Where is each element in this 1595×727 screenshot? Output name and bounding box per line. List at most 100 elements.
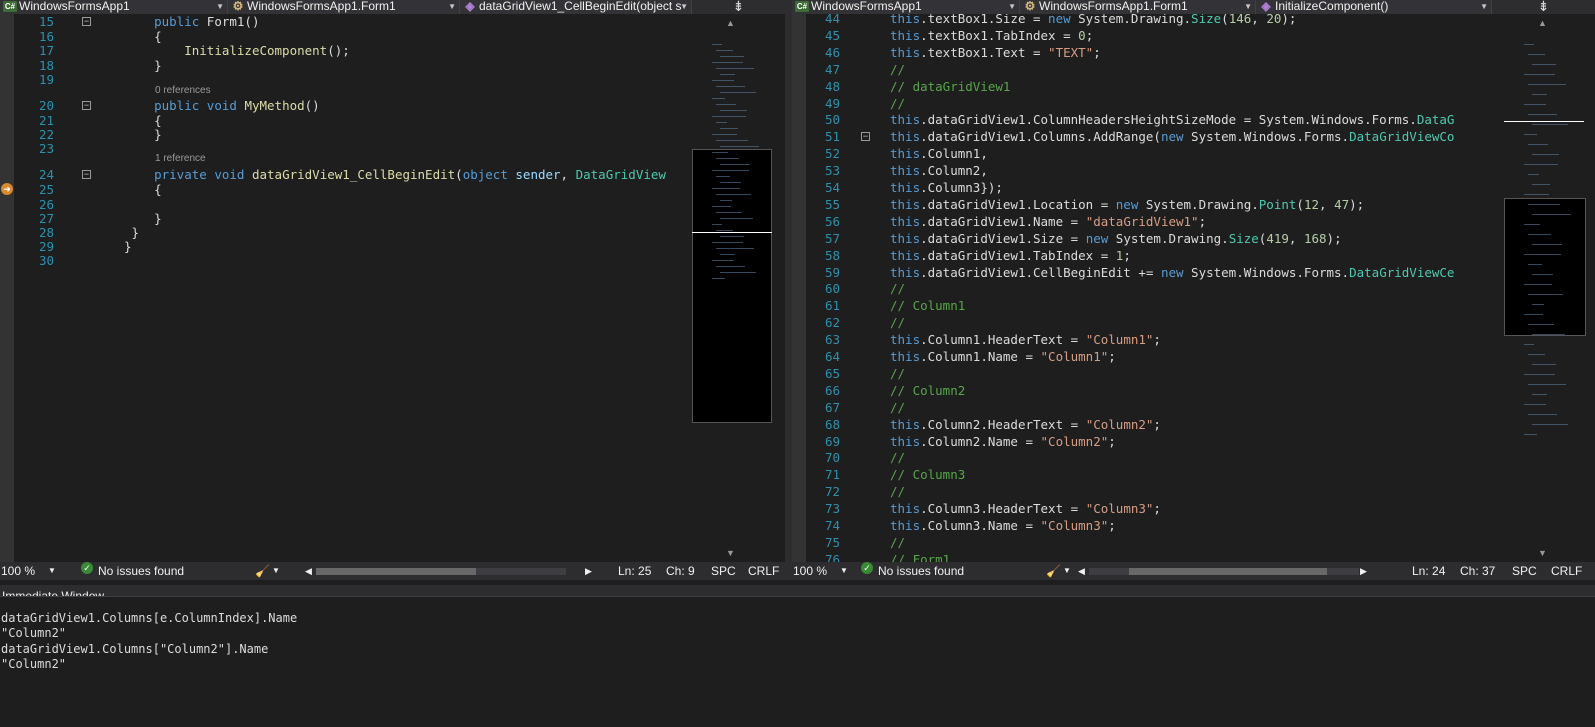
project-dropdown[interactable]: C# WindowsFormsApp1 ▼ bbox=[0, 0, 228, 14]
zoom-level[interactable]: 100 % bbox=[1, 562, 35, 580]
code-line[interactable]: this.dataGridView1.Columns.AddRange(new … bbox=[890, 129, 1454, 144]
minimap[interactable]: ▲ ▼ bbox=[1504, 14, 1586, 562]
chevron-down-icon[interactable]: ▼ bbox=[48, 562, 56, 580]
code-line[interactable]: InitializeComponent(); bbox=[124, 43, 350, 58]
indent-mode[interactable]: SPC bbox=[711, 562, 736, 580]
code-line[interactable]: // Column1 bbox=[890, 298, 965, 313]
scroll-down-icon[interactable]: ▼ bbox=[726, 548, 735, 558]
code-line[interactable]: // bbox=[890, 450, 905, 465]
code-line[interactable]: this.textBox1.Text = "TEXT"; bbox=[890, 45, 1101, 60]
code-line[interactable]: public Form1() bbox=[124, 14, 259, 29]
chevron-down-icon[interactable]: ▼ bbox=[272, 562, 280, 580]
code-line[interactable]: this.Column1, bbox=[890, 146, 988, 161]
line-number-indicator[interactable]: Ln: 25 bbox=[618, 562, 651, 580]
collapse-icon[interactable]: − bbox=[82, 101, 91, 110]
code-line[interactable]: this.dataGridView1.Size = new System.Dra… bbox=[890, 231, 1342, 246]
horizontal-scrollbar[interactable] bbox=[1089, 568, 1359, 575]
code-line[interactable]: // bbox=[890, 484, 905, 499]
code-line[interactable]: this.Column3.Name = "Column3"; bbox=[890, 518, 1116, 533]
line-number: 22 bbox=[38, 127, 54, 142]
scroll-up-icon[interactable]: ▲ bbox=[1538, 18, 1547, 28]
code-line[interactable]: { bbox=[124, 29, 162, 44]
minimap-viewport[interactable] bbox=[692, 149, 772, 423]
code-line[interactable]: this.dataGridView1.CellBeginEdit += new … bbox=[890, 265, 1454, 280]
code-line[interactable]: this.Column2.Name = "Column2"; bbox=[890, 434, 1116, 449]
member-dropdown[interactable]: ◈ InitializeComponent() ▼ bbox=[1256, 0, 1492, 14]
code-line[interactable]: this.textBox1.TabIndex = 0; bbox=[890, 28, 1093, 43]
split-view-icon[interactable]: ⇟ bbox=[692, 0, 785, 14]
scroll-down-icon[interactable]: ▼ bbox=[1538, 548, 1547, 558]
chevron-down-icon[interactable]: ▼ bbox=[840, 562, 848, 580]
issues-status[interactable]: No issues found bbox=[98, 562, 184, 580]
member-dropdown[interactable]: ◈ dataGridView1_CellBeginEdit(object s ▼ bbox=[460, 0, 692, 14]
code-line[interactable]: { bbox=[124, 113, 162, 128]
codelens-references[interactable]: 0 references bbox=[155, 85, 211, 96]
line-ending[interactable]: CRLF bbox=[1551, 562, 1582, 580]
split-view-icon[interactable]: ⇟ bbox=[1492, 0, 1595, 14]
code-line[interactable]: this.textBox1.Size = new System.Drawing.… bbox=[890, 14, 1296, 26]
code-cleanup-icon[interactable]: 🧹 bbox=[255, 562, 270, 580]
code-line[interactable]: this.Column3}); bbox=[890, 180, 1003, 195]
code-line[interactable]: } bbox=[124, 211, 162, 226]
code-line[interactable]: // bbox=[890, 535, 905, 550]
code-line[interactable]: } bbox=[124, 58, 162, 73]
code-line[interactable]: this.dataGridView1.Name = "dataGridView1… bbox=[890, 214, 1206, 229]
code-line[interactable]: public void MyMethod() bbox=[124, 98, 320, 113]
scroll-left-icon[interactable]: ◀ bbox=[1078, 562, 1085, 580]
code-line[interactable]: this.dataGridView1.ColumnHeadersHeightSi… bbox=[890, 112, 1454, 127]
scroll-right-icon[interactable]: ▶ bbox=[585, 562, 592, 580]
chevron-down-icon[interactable]: ▼ bbox=[1063, 562, 1071, 580]
code-line[interactable]: } bbox=[124, 127, 162, 142]
code-line[interactable]: // bbox=[890, 400, 905, 415]
scroll-left-icon[interactable]: ◀ bbox=[305, 562, 312, 580]
code-line[interactable]: this.Column3.HeaderText = "Column3"; bbox=[890, 501, 1161, 516]
code-line[interactable]: this.Column1.HeaderText = "Column1"; bbox=[890, 332, 1161, 347]
minimap[interactable]: ▲ ▼ bbox=[692, 14, 772, 562]
codelens-references[interactable]: 1 reference bbox=[155, 153, 206, 164]
code-line[interactable]: this.Column2, bbox=[890, 163, 988, 178]
horizontal-scroll-thumb[interactable] bbox=[1129, 568, 1327, 575]
code-editor[interactable]: 15 public Form1() 16 {17 InitializeCompon… bbox=[0, 14, 692, 570]
column-indicator[interactable]: Ch: 37 bbox=[1460, 562, 1495, 580]
execution-pointer-icon[interactable]: ➜ bbox=[1, 183, 13, 195]
breakpoint-margin[interactable] bbox=[0, 14, 14, 570]
immediate-window-output[interactable]: dataGridView1.Columns[e.ColumnIndex].Nam… bbox=[1, 611, 297, 672]
breakpoint-margin[interactable] bbox=[792, 14, 806, 570]
issues-status[interactable]: No issues found bbox=[878, 562, 964, 580]
class-dropdown[interactable]: ⚙ WindowsFormsApp1.Form1 ▼ bbox=[228, 0, 460, 14]
code-line[interactable]: this.dataGridView1.Location = new System… bbox=[890, 197, 1364, 212]
code-line[interactable]: this.dataGridView1.TabIndex = 1; bbox=[890, 248, 1131, 263]
code-line[interactable]: // bbox=[890, 366, 905, 381]
code-line[interactable]: // bbox=[890, 315, 905, 330]
code-line[interactable]: // bbox=[890, 62, 905, 77]
pane-splitter[interactable] bbox=[785, 0, 792, 580]
collapse-icon[interactable]: − bbox=[82, 170, 91, 179]
code-cleanup-icon[interactable]: 🧹 bbox=[1046, 562, 1061, 580]
indent-mode[interactable]: SPC bbox=[1512, 562, 1537, 580]
code-line[interactable]: private void dataGridView1_CellBeginEdit… bbox=[124, 167, 666, 182]
code-line[interactable]: // bbox=[890, 96, 905, 111]
code-line[interactable]: // Column3 bbox=[890, 467, 965, 482]
collapse-icon[interactable]: − bbox=[82, 17, 91, 26]
code-line[interactable]: this.Column2.HeaderText = "Column2"; bbox=[890, 417, 1161, 432]
scroll-up-icon[interactable]: ▲ bbox=[726, 18, 735, 28]
code-line[interactable]: { bbox=[124, 182, 162, 197]
code-line[interactable]: } bbox=[124, 225, 140, 240]
horizontal-scroll-thumb[interactable] bbox=[316, 568, 476, 575]
horizontal-scrollbar[interactable] bbox=[316, 568, 566, 575]
line-ending[interactable]: CRLF bbox=[748, 562, 779, 580]
scroll-right-icon[interactable]: ▶ bbox=[1360, 562, 1367, 580]
collapse-icon[interactable]: − bbox=[861, 132, 870, 142]
zoom-level[interactable]: 100 % bbox=[793, 562, 827, 580]
minimap-viewport[interactable] bbox=[1504, 198, 1586, 336]
code-line[interactable]: // dataGridView1 bbox=[890, 79, 1010, 94]
code-editor[interactable]: 44 this.textBox1.Size = new System.Drawin… bbox=[792, 14, 1504, 570]
code-line[interactable]: // bbox=[890, 281, 905, 296]
column-indicator[interactable]: Ch: 9 bbox=[666, 562, 695, 580]
class-dropdown[interactable]: ⚙ WindowsFormsApp1.Form1 ▼ bbox=[1020, 0, 1256, 14]
project-dropdown[interactable]: C# WindowsFormsApp1 ▼ bbox=[792, 0, 1020, 14]
code-line[interactable]: } bbox=[124, 239, 132, 254]
code-line[interactable]: this.Column1.Name = "Column1"; bbox=[890, 349, 1116, 364]
code-line[interactable]: // Column2 bbox=[890, 383, 965, 398]
line-number-indicator[interactable]: Ln: 24 bbox=[1412, 562, 1445, 580]
